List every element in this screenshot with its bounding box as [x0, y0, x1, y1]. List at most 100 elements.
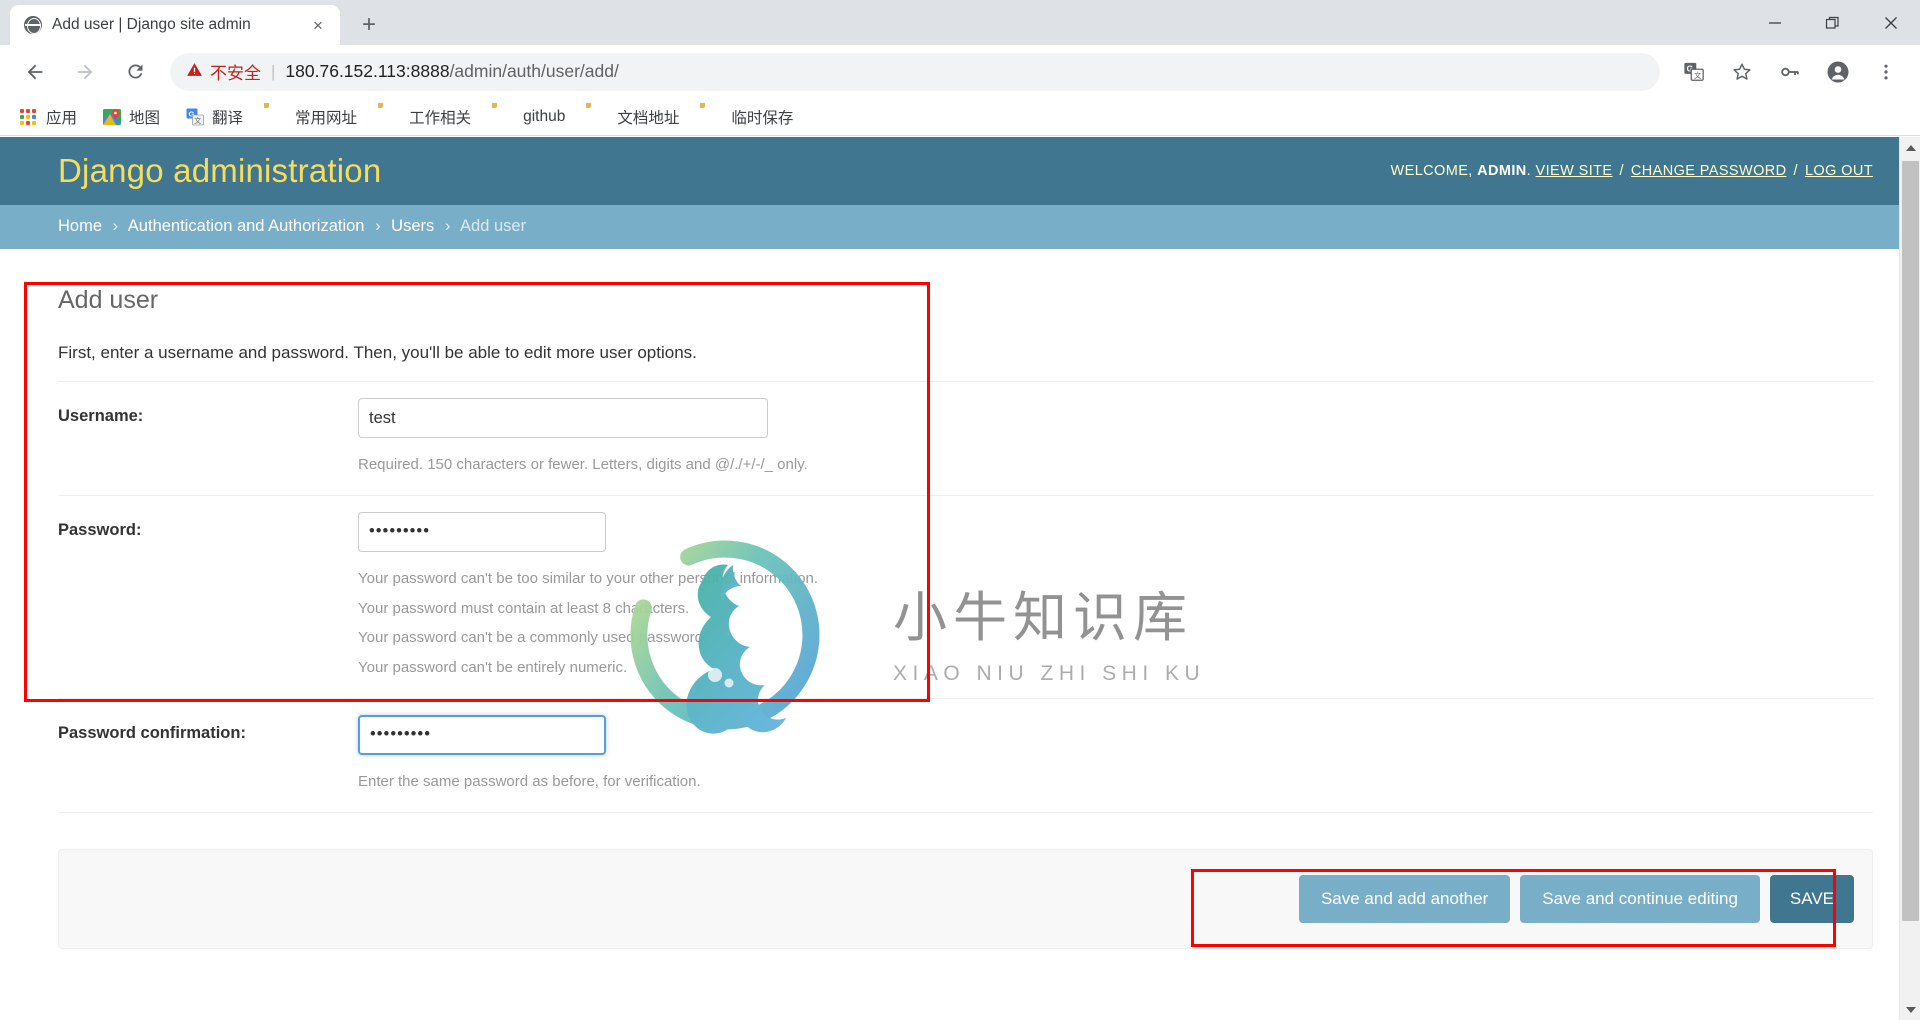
username-help-text: Required. 150 characters or fewer. Lette…	[358, 438, 1873, 479]
browser-toolbar: 不安全 | 180.76.152.113:8888/admin/auth/use…	[0, 45, 1920, 98]
user-tools-separator: /	[1619, 163, 1624, 179]
bookmark-translate[interactable]: G 文 翻译	[178, 102, 251, 132]
add-user-form: Add user First, enter a username and pas…	[0, 249, 1899, 813]
form-row-password: Password: Your password can't be too sim…	[58, 496, 1873, 699]
profile-avatar-icon[interactable]	[1819, 53, 1857, 91]
bookmark-folder-common-sites[interactable]: 常用网址	[261, 102, 365, 132]
vertical-scrollbar[interactable]	[1899, 137, 1920, 1020]
help-line: Enter the same password as before, for v…	[358, 772, 701, 790]
forward-button[interactable]	[65, 52, 105, 92]
submit-row: Save and add another Save and continue e…	[58, 848, 1873, 949]
site-header: Django administration WELCOME, ADMIN. VI…	[0, 137, 1899, 205]
bookmark-folder-temp[interactable]: 临时保存	[697, 102, 801, 132]
save-and-continue-editing-button[interactable]: Save and continue editing	[1520, 874, 1760, 923]
save-button[interactable]: SAVE	[1769, 874, 1854, 923]
svg-text:文: 文	[1694, 70, 1702, 79]
password-key-icon[interactable]	[1771, 53, 1809, 91]
folder-icon	[591, 108, 609, 126]
url-text: 180.76.152.113:8888/admin/auth/user/add/	[285, 61, 618, 82]
url-host: 180.76.152.113:8888	[285, 61, 450, 81]
bookmark-label: 工作相关	[409, 109, 472, 127]
scroll-up-arrow[interactable]	[1900, 137, 1920, 158]
password-confirmation-label: Password confirmation:	[58, 723, 246, 742]
breadcrumb-home[interactable]: Home	[58, 217, 102, 235]
period: .	[1526, 163, 1532, 179]
scroll-down-arrow[interactable]	[1900, 999, 1920, 1020]
new-tab-button[interactable]: +	[352, 8, 386, 42]
bookmark-apps[interactable]: 应用	[12, 102, 85, 132]
page-title: Add user	[58, 286, 159, 314]
help-line: Your password can't be entirely numeric.	[358, 659, 628, 676]
password-confirmation-field-wrap: Enter the same password as before, for v…	[358, 714, 1873, 796]
google-maps-icon	[103, 108, 122, 126]
password-input[interactable]	[358, 511, 606, 552]
folder-icon	[383, 108, 401, 126]
user-tools: WELCOME, ADMIN. VIEW SITE / CHANGE PASSW…	[1391, 163, 1873, 179]
bookmark-folder-github[interactable]: github	[489, 104, 573, 130]
maximize-icon[interactable]	[1804, 0, 1862, 45]
bookmark-label: 文档地址	[617, 109, 680, 127]
username-input[interactable]	[358, 398, 768, 438]
change-password-link[interactable]: CHANGE PASSWORD	[1631, 163, 1787, 179]
form-row-password-confirmation: Password confirmation: Enter the same pa…	[58, 699, 1873, 813]
bookmark-folder-work[interactable]: 工作相关	[375, 102, 479, 132]
back-button[interactable]	[15, 52, 55, 92]
warning-triangle-icon	[186, 61, 203, 82]
bookmark-label: 翻译	[212, 109, 244, 127]
site-branding[interactable]: Django administration	[58, 152, 381, 190]
svg-text:文: 文	[194, 116, 201, 125]
breadcrumb-separator: ›	[444, 217, 451, 235]
help-line: Your password can't be a commonly used p…	[358, 629, 708, 647]
google-translate-icon: G 文	[186, 108, 204, 126]
bookmark-label: 临时保存	[731, 109, 794, 127]
tab-strip: Add user | Django site admin × +	[0, 0, 1920, 45]
welcome-text: WELCOME,	[1390, 163, 1473, 179]
minimize-icon[interactable]	[1746, 0, 1804, 45]
password-label: Password:	[58, 520, 142, 539]
bookmarks-bar: 应用 地图 G 文 翻译 常用网址 工作相关 github 文档地址 临时保存	[0, 98, 1920, 136]
close-icon[interactable]: ×	[306, 13, 330, 37]
apps-grid-icon	[20, 108, 38, 126]
breadcrumb-separator: ›	[112, 217, 119, 235]
main-content: Add user First, enter a username and pas…	[0, 249, 1899, 949]
username-label: Username:	[58, 407, 144, 425]
toolbar-icons: G 文	[1670, 53, 1910, 91]
scrollbar-thumb[interactable]	[1902, 161, 1919, 921]
breadcrumb-auth[interactable]: Authentication and Authorization	[128, 217, 365, 235]
close-icon[interactable]	[1862, 0, 1920, 45]
bookmark-label: 地图	[129, 109, 161, 127]
browser-tab[interactable]: Add user | Django site admin ×	[10, 5, 340, 45]
reload-button[interactable]	[115, 52, 155, 92]
help-line: Your password can't be too similar to yo…	[358, 569, 819, 587]
security-status-text: 不安全	[210, 64, 261, 83]
view-site-link[interactable]: VIEW SITE	[1536, 163, 1613, 179]
omnibox-separator: |	[271, 61, 276, 81]
help-line: Your password must contain at least 8 ch…	[358, 599, 690, 617]
bookmark-label: 常用网址	[295, 109, 358, 127]
password-confirmation-input[interactable]	[358, 714, 606, 755]
bookmark-folder-docs[interactable]: 文档地址	[583, 102, 687, 132]
folder-icon	[497, 108, 515, 126]
save-and-add-another-button[interactable]: Save and add another	[1298, 874, 1511, 923]
username-text: ADMIN	[1477, 163, 1527, 179]
address-bar[interactable]: 不安全 | 180.76.152.113:8888/admin/auth/use…	[170, 52, 1660, 91]
globe-icon	[24, 16, 42, 34]
breadcrumb-users[interactable]: Users	[391, 217, 434, 235]
password-field-wrap: Your password can't be too similar to yo…	[358, 511, 1873, 682]
bookmark-maps[interactable]: 地图	[95, 102, 168, 132]
password-help-text: Your password can't be too similar to yo…	[358, 552, 1873, 682]
form-row-username: Username: Required. 150 characters or fe…	[58, 381, 1873, 496]
user-tools-separator: /	[1793, 163, 1798, 179]
django-admin-page: Django administration WELCOME, ADMIN. VI…	[0, 137, 1899, 1020]
url-path: /admin/auth/user/add/	[449, 61, 619, 81]
window-controls	[1746, 0, 1920, 45]
username-field-wrap: Required. 150 characters or fewer. Lette…	[358, 398, 1873, 479]
password-confirmation-help-text: Enter the same password as before, for v…	[358, 755, 1873, 796]
log-out-link[interactable]: LOG OUT	[1805, 163, 1873, 179]
breadcrumb-separator: ›	[375, 217, 381, 235]
chrome-menu-icon[interactable]	[1867, 53, 1905, 91]
translate-icon[interactable]: G 文	[1675, 53, 1713, 91]
form-intro-text: First, enter a username and password. Th…	[58, 343, 697, 362]
folder-icon	[269, 108, 287, 126]
bookmark-star-icon[interactable]	[1723, 53, 1761, 91]
